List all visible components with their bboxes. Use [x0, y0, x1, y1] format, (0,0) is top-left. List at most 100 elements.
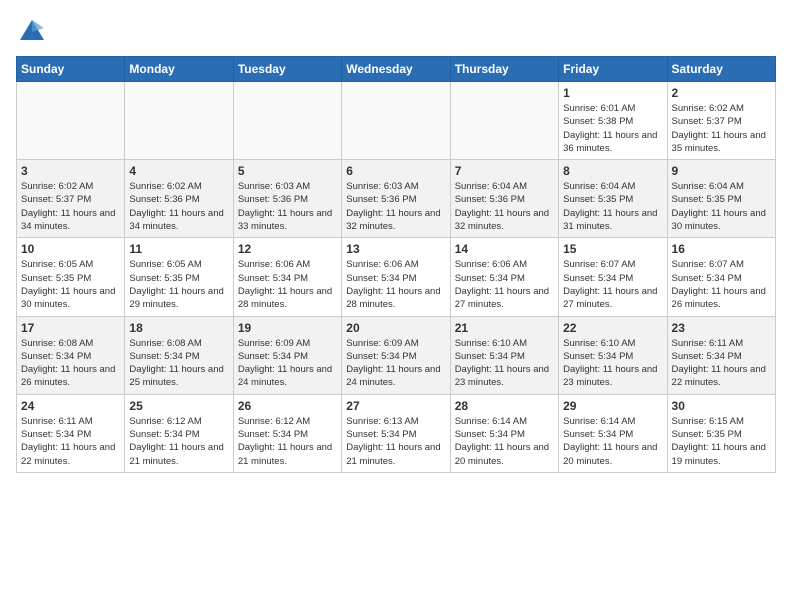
calendar-day-cell: 8 Sunrise: 6:04 AM Sunset: 5:35 PM Daylig…	[559, 160, 667, 238]
day-number: 22	[563, 321, 662, 335]
calendar-day-cell: 3 Sunrise: 6:02 AM Sunset: 5:37 PM Daylig…	[17, 160, 125, 238]
day-number: 19	[238, 321, 337, 335]
day-number: 14	[455, 242, 554, 256]
calendar-header-row: SundayMondayTuesdayWednesdayThursdayFrid…	[17, 57, 776, 82]
day-info: Sunrise: 6:01 AM Sunset: 5:38 PM Dayligh…	[563, 102, 662, 155]
day-info: Sunrise: 6:09 AM Sunset: 5:34 PM Dayligh…	[346, 337, 445, 390]
day-info: Sunrise: 6:03 AM Sunset: 5:36 PM Dayligh…	[346, 180, 445, 233]
day-of-week-header: Friday	[559, 57, 667, 82]
calendar-day-cell: 28 Sunrise: 6:14 AM Sunset: 5:34 PM Dayli…	[450, 394, 558, 472]
calendar-table: SundayMondayTuesdayWednesdayThursdayFrid…	[16, 56, 776, 473]
day-info: Sunrise: 6:15 AM Sunset: 5:35 PM Dayligh…	[672, 415, 771, 468]
day-info: Sunrise: 6:06 AM Sunset: 5:34 PM Dayligh…	[346, 258, 445, 311]
calendar-day-cell: 7 Sunrise: 6:04 AM Sunset: 5:36 PM Daylig…	[450, 160, 558, 238]
calendar-day-cell: 14 Sunrise: 6:06 AM Sunset: 5:34 PM Dayli…	[450, 238, 558, 316]
calendar-day-cell: 21 Sunrise: 6:10 AM Sunset: 5:34 PM Dayli…	[450, 316, 558, 394]
calendar-day-cell: 25Sunrise: 6:12 AM Sunset: 5:34 PM Dayli…	[125, 394, 233, 472]
calendar-week-row: 10 Sunrise: 6:05 AM Sunset: 5:35 PM Dayli…	[17, 238, 776, 316]
day-info: Sunrise: 6:14 AM Sunset: 5:34 PM Dayligh…	[563, 415, 662, 468]
calendar-day-cell: 26 Sunrise: 6:12 AM Sunset: 5:34 PM Dayli…	[233, 394, 341, 472]
day-number: 2	[672, 86, 771, 100]
calendar-day-cell: 9 Sunrise: 6:04 AM Sunset: 5:35 PM Daylig…	[667, 160, 775, 238]
day-number: 4	[129, 164, 228, 178]
day-number: 10	[21, 242, 120, 256]
calendar-day-cell: 17 Sunrise: 6:08 AM Sunset: 5:34 PM Dayli…	[17, 316, 125, 394]
calendar-day-cell: 4 Sunrise: 6:02 AM Sunset: 5:36 PM Daylig…	[125, 160, 233, 238]
day-number: 3	[21, 164, 120, 178]
day-info: Sunrise: 6:03 AM Sunset: 5:36 PM Dayligh…	[238, 180, 337, 233]
calendar-day-cell: 24 Sunrise: 6:11 AM Sunset: 5:34 PM Dayli…	[17, 394, 125, 472]
day-of-week-header: Saturday	[667, 57, 775, 82]
calendar-week-row: 1 Sunrise: 6:01 AM Sunset: 5:38 PM Daylig…	[17, 82, 776, 160]
day-info: Sunrise: 6:10 AM Sunset: 5:34 PM Dayligh…	[455, 337, 554, 390]
day-info: Sunrise: 6:09 AM Sunset: 5:34 PM Dayligh…	[238, 337, 337, 390]
day-number: 24	[21, 399, 120, 413]
day-number: 29	[563, 399, 662, 413]
calendar-day-cell: 2 Sunrise: 6:02 AM Sunset: 5:37 PM Daylig…	[667, 82, 775, 160]
page-header	[16, 16, 776, 48]
day-info: Sunrise: 6:08 AM Sunset: 5:34 PM Dayligh…	[129, 337, 228, 390]
calendar-day-cell: 12Sunrise: 6:06 AM Sunset: 5:34 PM Dayli…	[233, 238, 341, 316]
day-info: Sunrise: 6:07 AM Sunset: 5:34 PM Dayligh…	[563, 258, 662, 311]
day-number: 28	[455, 399, 554, 413]
calendar-day-cell	[233, 82, 341, 160]
day-info: Sunrise: 6:04 AM Sunset: 5:35 PM Dayligh…	[563, 180, 662, 233]
calendar-day-cell: 11Sunrise: 6:05 AM Sunset: 5:35 PM Dayli…	[125, 238, 233, 316]
calendar-day-cell: 15 Sunrise: 6:07 AM Sunset: 5:34 PM Dayli…	[559, 238, 667, 316]
day-number: 5	[238, 164, 337, 178]
day-info: Sunrise: 6:07 AM Sunset: 5:34 PM Dayligh…	[672, 258, 771, 311]
day-number: 12	[238, 242, 337, 256]
day-number: 30	[672, 399, 771, 413]
calendar-day-cell: 27Sunrise: 6:13 AM Sunset: 5:34 PM Dayli…	[342, 394, 450, 472]
day-number: 9	[672, 164, 771, 178]
day-info: Sunrise: 6:04 AM Sunset: 5:35 PM Dayligh…	[672, 180, 771, 233]
day-info: Sunrise: 6:04 AM Sunset: 5:36 PM Dayligh…	[455, 180, 554, 233]
calendar-day-cell: 5 Sunrise: 6:03 AM Sunset: 5:36 PM Daylig…	[233, 160, 341, 238]
day-info: Sunrise: 6:02 AM Sunset: 5:37 PM Dayligh…	[672, 102, 771, 155]
day-number: 6	[346, 164, 445, 178]
day-info: Sunrise: 6:08 AM Sunset: 5:34 PM Dayligh…	[21, 337, 120, 390]
day-info: Sunrise: 6:05 AM Sunset: 5:35 PM Dayligh…	[21, 258, 120, 311]
day-number: 1	[563, 86, 662, 100]
day-number: 26	[238, 399, 337, 413]
calendar-day-cell: 29 Sunrise: 6:14 AM Sunset: 5:34 PM Dayli…	[559, 394, 667, 472]
day-info: Sunrise: 6:14 AM Sunset: 5:34 PM Dayligh…	[455, 415, 554, 468]
day-info: Sunrise: 6:02 AM Sunset: 5:37 PM Dayligh…	[21, 180, 120, 233]
calendar-day-cell: 20Sunrise: 6:09 AM Sunset: 5:34 PM Dayli…	[342, 316, 450, 394]
day-number: 27	[346, 399, 445, 413]
calendar-day-cell	[450, 82, 558, 160]
calendar-day-cell: 30 Sunrise: 6:15 AM Sunset: 5:35 PM Dayli…	[667, 394, 775, 472]
calendar-day-cell: 13 Sunrise: 6:06 AM Sunset: 5:34 PM Dayli…	[342, 238, 450, 316]
day-number: 8	[563, 164, 662, 178]
calendar-day-cell: 1 Sunrise: 6:01 AM Sunset: 5:38 PM Daylig…	[559, 82, 667, 160]
day-info: Sunrise: 6:11 AM Sunset: 5:34 PM Dayligh…	[672, 337, 771, 390]
day-info: Sunrise: 6:02 AM Sunset: 5:36 PM Dayligh…	[129, 180, 228, 233]
calendar-week-row: 17 Sunrise: 6:08 AM Sunset: 5:34 PM Dayli…	[17, 316, 776, 394]
day-number: 21	[455, 321, 554, 335]
day-of-week-header: Monday	[125, 57, 233, 82]
calendar-day-cell: 6 Sunrise: 6:03 AM Sunset: 5:36 PM Daylig…	[342, 160, 450, 238]
day-info: Sunrise: 6:12 AM Sunset: 5:34 PM Dayligh…	[129, 415, 228, 468]
day-info: Sunrise: 6:11 AM Sunset: 5:34 PM Dayligh…	[21, 415, 120, 468]
logo-icon	[16, 16, 48, 48]
calendar-week-row: 24 Sunrise: 6:11 AM Sunset: 5:34 PM Dayli…	[17, 394, 776, 472]
day-number: 17	[21, 321, 120, 335]
day-number: 18	[129, 321, 228, 335]
day-number: 7	[455, 164, 554, 178]
day-info: Sunrise: 6:12 AM Sunset: 5:34 PM Dayligh…	[238, 415, 337, 468]
calendar-day-cell	[342, 82, 450, 160]
day-number: 23	[672, 321, 771, 335]
calendar-day-cell	[125, 82, 233, 160]
day-of-week-header: Wednesday	[342, 57, 450, 82]
calendar-day-cell: 16Sunrise: 6:07 AM Sunset: 5:34 PM Dayli…	[667, 238, 775, 316]
day-info: Sunrise: 6:06 AM Sunset: 5:34 PM Dayligh…	[455, 258, 554, 311]
day-number: 15	[563, 242, 662, 256]
calendar-day-cell: 23 Sunrise: 6:11 AM Sunset: 5:34 PM Dayli…	[667, 316, 775, 394]
calendar-day-cell	[17, 82, 125, 160]
day-info: Sunrise: 6:10 AM Sunset: 5:34 PM Dayligh…	[563, 337, 662, 390]
calendar-day-cell: 18 Sunrise: 6:08 AM Sunset: 5:34 PM Dayli…	[125, 316, 233, 394]
calendar-day-cell: 19 Sunrise: 6:09 AM Sunset: 5:34 PM Dayli…	[233, 316, 341, 394]
day-number: 13	[346, 242, 445, 256]
day-info: Sunrise: 6:05 AM Sunset: 5:35 PM Dayligh…	[129, 258, 228, 311]
day-of-week-header: Sunday	[17, 57, 125, 82]
